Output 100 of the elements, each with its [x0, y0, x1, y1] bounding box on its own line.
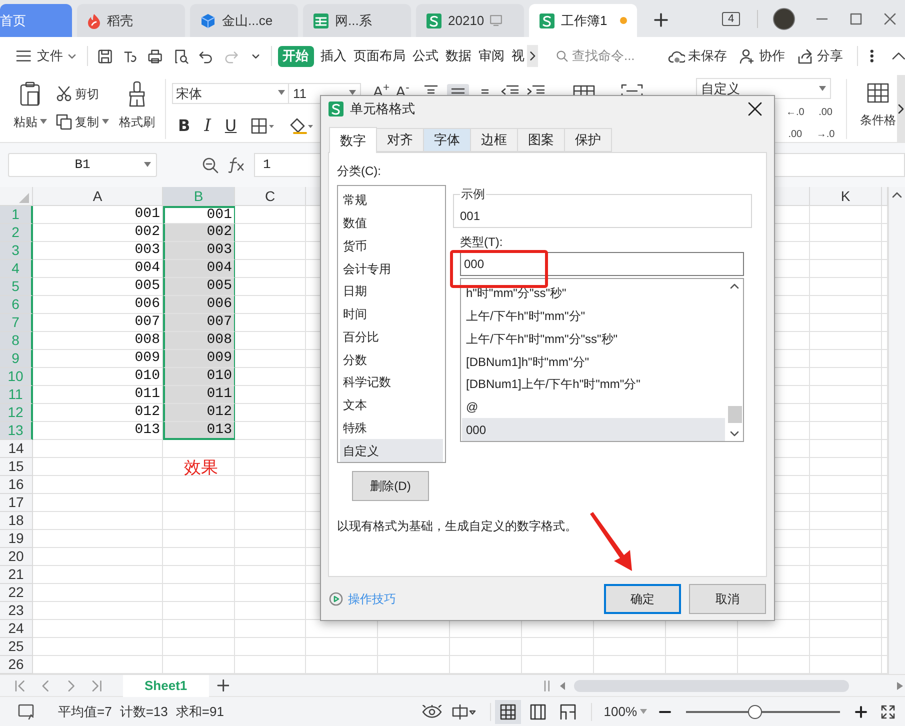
- toolbar-action[interactable]: 协作: [738, 46, 785, 66]
- dialog-tab[interactable]: 边框: [470, 128, 518, 152]
- category-item[interactable]: 文本: [340, 394, 443, 416]
- ribbon-tab[interactable]: 数据: [446, 46, 472, 66]
- zoom-select[interactable]: 100%: [604, 702, 647, 722]
- maximize-icon[interactable]: [850, 13, 862, 25]
- ribbon-tab[interactable]: 审阅: [478, 46, 505, 66]
- copy-button[interactable]: 复制: [56, 113, 109, 131]
- eye-icon[interactable]: [422, 704, 442, 718]
- zoom-in-icon[interactable]: [855, 706, 867, 718]
- new-tab-icon[interactable]: [654, 13, 668, 27]
- type-item[interactable]: @: [462, 396, 725, 418]
- scroll-thumb[interactable]: [728, 406, 742, 423]
- ribbon-tab[interactable]: 视: [512, 46, 525, 66]
- ribbon-tab[interactable]: 插入: [320, 46, 347, 66]
- fill-color-icon[interactable]: [288, 118, 315, 135]
- category-item[interactable]: 百分比: [340, 326, 443, 348]
- scroll-up-icon[interactable]: [892, 191, 902, 199]
- column-header[interactable]: K: [810, 187, 882, 206]
- window-count-badge[interactable]: 4: [722, 12, 740, 26]
- search-field[interactable]: 查找命令...: [556, 46, 656, 66]
- row-header[interactable]: 17: [0, 494, 33, 512]
- macro-icon[interactable]: [18, 704, 36, 720]
- row-header[interactable]: 15: [0, 458, 33, 476]
- scroll-tabs-icon[interactable]: [526, 45, 538, 67]
- category-item[interactable]: 会计专用: [340, 257, 443, 280]
- dialog-tab[interactable]: 对齐: [376, 128, 424, 152]
- avatar-icon[interactable]: [773, 8, 795, 30]
- row-header[interactable]: 25: [0, 638, 33, 656]
- type-item[interactable]: h"时"mm"分"ss"秒": [462, 282, 725, 305]
- first-sheet-icon[interactable]: [14, 680, 26, 692]
- category-item[interactable]: 特殊: [340, 416, 443, 440]
- cancel-button[interactable]: 取消: [689, 584, 766, 614]
- row-header[interactable]: 21: [0, 566, 33, 584]
- category-item[interactable]: 科学记数: [340, 371, 443, 394]
- zoom-slider-thumb[interactable]: [748, 704, 762, 718]
- ok-button[interactable]: 确定: [604, 584, 681, 614]
- dialog-tab[interactable]: 数字: [329, 127, 377, 153]
- toolbar-action[interactable]: 未保存: [668, 46, 727, 66]
- decimal-button[interactable]: .00 →.0: [816, 107, 835, 140]
- bold-button[interactable]: B: [178, 114, 190, 138]
- row-header[interactable]: 14: [0, 440, 33, 458]
- scroll-thumb[interactable]: [574, 680, 850, 692]
- view-mode-button[interactable]: [494, 700, 521, 724]
- brush-icon[interactable]: [127, 81, 147, 107]
- previous-sheet-icon[interactable]: [40, 680, 52, 692]
- window-tab[interactable]: 20210: [416, 4, 524, 37]
- type-item[interactable]: 上午/下午h"时"mm"分": [462, 304, 725, 328]
- ribbon-scroll-icon[interactable]: [897, 75, 905, 143]
- category-item[interactable]: 时间: [340, 302, 443, 326]
- conditional-format-icon[interactable]: [867, 83, 889, 103]
- name-box[interactable]: B1: [8, 153, 157, 177]
- row-header[interactable]: 18: [0, 512, 33, 530]
- font-select[interactable]: 宋体: [172, 82, 289, 104]
- last-sheet-icon[interactable]: [91, 680, 103, 692]
- underline-button[interactable]: U: [224, 114, 237, 138]
- category-item[interactable]: 货币: [340, 234, 443, 258]
- category-item[interactable]: 数值: [340, 212, 443, 234]
- format-painter-button[interactable]: 格式刷: [119, 113, 155, 131]
- type-item[interactable]: 000: [462, 418, 725, 442]
- cut-button[interactable]: 剪切: [56, 85, 109, 103]
- delete-button[interactable]: 删除(D): [352, 471, 429, 501]
- function-icon[interactable]: [228, 157, 246, 173]
- save-icon[interactable]: [97, 48, 114, 64]
- column-header[interactable]: A: [33, 187, 163, 206]
- conditional-format-button[interactable]: 条件格: [860, 111, 896, 129]
- category-item[interactable]: 自定义: [340, 439, 443, 462]
- type-item[interactable]: 上午/下午h"时"mm"分"ss"秒": [462, 327, 725, 350]
- clipboard-icon[interactable]: [19, 81, 41, 107]
- ribbon-tab[interactable]: 公式: [412, 46, 439, 66]
- type-field[interactable]: 000: [460, 252, 744, 276]
- more-icon[interactable]: [870, 49, 874, 63]
- input-method-icon[interactable]: [452, 704, 476, 720]
- category-item[interactable]: 常规: [340, 189, 443, 212]
- vertical-scrollbar[interactable]: [888, 187, 905, 674]
- column-header[interactable]: C: [235, 187, 306, 206]
- toolbar-action[interactable]: 分享: [796, 46, 843, 66]
- window-tab[interactable]: 稻壳: [77, 4, 185, 37]
- zoom-icon[interactable]: [202, 156, 219, 174]
- row-header[interactable]: 16: [0, 476, 33, 494]
- decimal-button[interactable]: ←.0 .00: [786, 107, 804, 140]
- row-header[interactable]: 20: [0, 548, 33, 566]
- category-item[interactable]: 分数: [340, 348, 443, 371]
- row-header[interactable]: 19: [0, 530, 33, 548]
- row-header[interactable]: 26: [0, 656, 33, 674]
- collapse-icon[interactable]: [892, 51, 905, 61]
- dialog-tab[interactable]: 字体: [423, 128, 471, 152]
- paste-button[interactable]: 粘贴: [14, 113, 46, 131]
- file-menu[interactable]: 文件: [37, 46, 78, 66]
- menu-icon[interactable]: [16, 49, 32, 63]
- type-item[interactable]: [DBNum1]h"时"mm"分": [462, 350, 725, 373]
- window-tab[interactable]: 金山...ce: [190, 4, 298, 37]
- borders-icon[interactable]: [250, 118, 275, 134]
- close-icon[interactable]: [748, 102, 762, 116]
- row-header[interactable]: 22: [0, 584, 33, 602]
- row-header[interactable]: 24: [0, 620, 33, 638]
- category-item[interactable]: 日期: [340, 280, 443, 303]
- row-header[interactable]: 23: [0, 602, 33, 620]
- splitter-icon[interactable]: [544, 680, 550, 692]
- window-tab[interactable]: 工作簿1: [529, 4, 637, 37]
